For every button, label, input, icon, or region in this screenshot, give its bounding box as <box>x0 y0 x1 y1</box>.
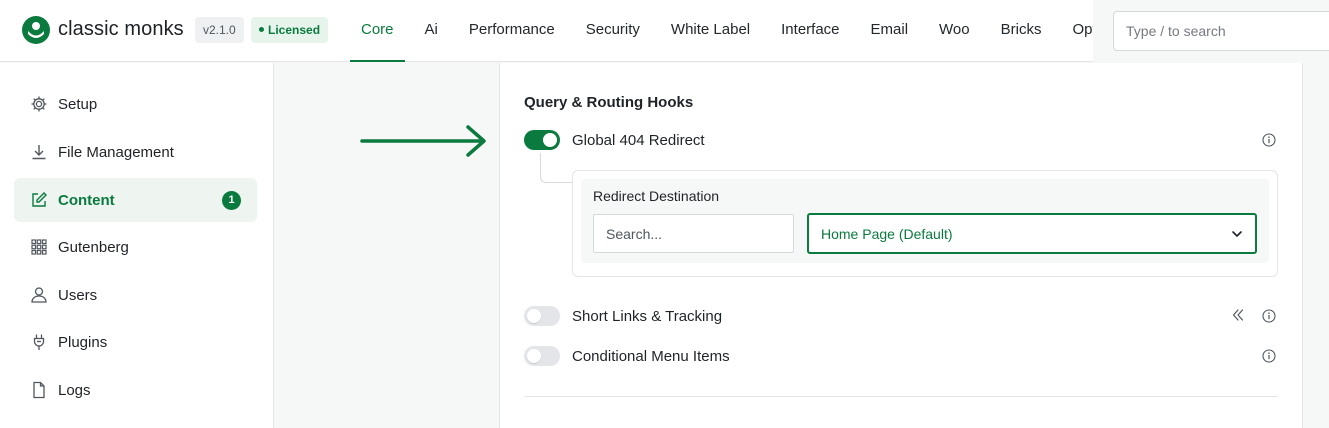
sidebar-item-gutenberg[interactable]: Gutenberg <box>14 225 257 269</box>
license-label: Licensed <box>268 23 321 37</box>
selected-value: Home Page (Default) <box>821 226 953 242</box>
sidebar-item-label: Users <box>58 287 98 304</box>
setting-label: Conditional Menu Items <box>572 348 730 365</box>
sidebar-item-label: Logs <box>58 382 91 399</box>
redirect-destination-select[interactable]: Home Page (Default) <box>807 213 1257 254</box>
sidebar-item-label: Content <box>58 192 115 209</box>
search-area <box>1093 0 1329 62</box>
user-icon <box>29 285 49 305</box>
gear-icon <box>29 94 49 114</box>
sidebar-item-plugins[interactable]: Plugins <box>14 320 257 364</box>
setting-label: Short Links & Tracking <box>572 308 723 325</box>
sidebar-item-label: File Management <box>58 144 174 161</box>
download-icon <box>29 142 49 162</box>
version-badge: v2.1.0 <box>195 17 244 43</box>
toggle-knob <box>527 349 541 363</box>
license-badge: Licensed <box>251 17 329 43</box>
redirect-destination-label: Redirect Destination <box>593 188 720 204</box>
brand-name[interactable]: classic monks <box>58 18 184 41</box>
sidebar-item-label: Plugins <box>58 334 108 351</box>
count-badge: 1 <box>222 191 241 210</box>
arrow-right-icon <box>360 125 486 157</box>
edit-icon <box>29 190 49 210</box>
sidebar-item-users[interactable]: Users <box>14 273 257 317</box>
status-dot-icon <box>259 27 264 33</box>
sidebar-item-label: Setup <box>58 96 98 113</box>
info-icon[interactable] <box>1262 349 1276 363</box>
tab-bricks[interactable]: Bricks <box>990 0 1053 62</box>
redirect-search-input[interactable] <box>593 214 794 253</box>
sidebar-item-logs[interactable]: Logs <box>14 368 257 412</box>
chevron-down-icon <box>1232 231 1242 237</box>
tab-ai[interactable]: Ai <box>414 0 449 62</box>
tab-core[interactable]: Core <box>350 0 405 62</box>
toggle-global-404-redirect[interactable] <box>524 130 560 150</box>
sidebar-item-content[interactable]: Content 1 <box>14 178 257 222</box>
tree-connector <box>540 153 573 183</box>
tab-performance[interactable]: Performance <box>458 0 566 62</box>
tab-email[interactable]: Email <box>860 0 920 62</box>
tab-interface[interactable]: Interface <box>770 0 850 62</box>
setting-label: Global 404 Redirect <box>572 132 705 149</box>
toggle-conditional-menu-items[interactable] <box>524 346 560 366</box>
sidebar-item-label: Gutenberg <box>58 239 129 256</box>
info-icon[interactable] <box>1262 309 1276 323</box>
sidebar-item-file-management[interactable]: File Management <box>14 130 257 174</box>
toggle-knob <box>543 133 557 147</box>
double-chevron-left-icon[interactable] <box>1231 308 1245 322</box>
section-divider <box>524 396 1278 397</box>
file-icon <box>29 380 49 400</box>
top-header: classic monks v2.1.0 Licensed Core Ai Pe… <box>0 0 1329 62</box>
tab-woo[interactable]: Woo <box>928 0 981 62</box>
plug-icon <box>29 332 49 352</box>
toggle-short-links-tracking[interactable] <box>524 306 560 326</box>
sidebar-item-setup[interactable]: Setup <box>14 82 257 126</box>
section-title: Query & Routing Hooks <box>524 94 694 111</box>
tab-security[interactable]: Security <box>575 0 651 62</box>
logo-icon[interactable] <box>22 16 50 44</box>
info-icon[interactable] <box>1262 133 1276 147</box>
grid-icon <box>29 237 49 257</box>
main-tabs: Core Ai Performance Security White Label… <box>350 0 1117 62</box>
global-search-input[interactable] <box>1113 11 1329 51</box>
toggle-knob <box>527 309 541 323</box>
tab-white-label[interactable]: White Label <box>660 0 761 62</box>
